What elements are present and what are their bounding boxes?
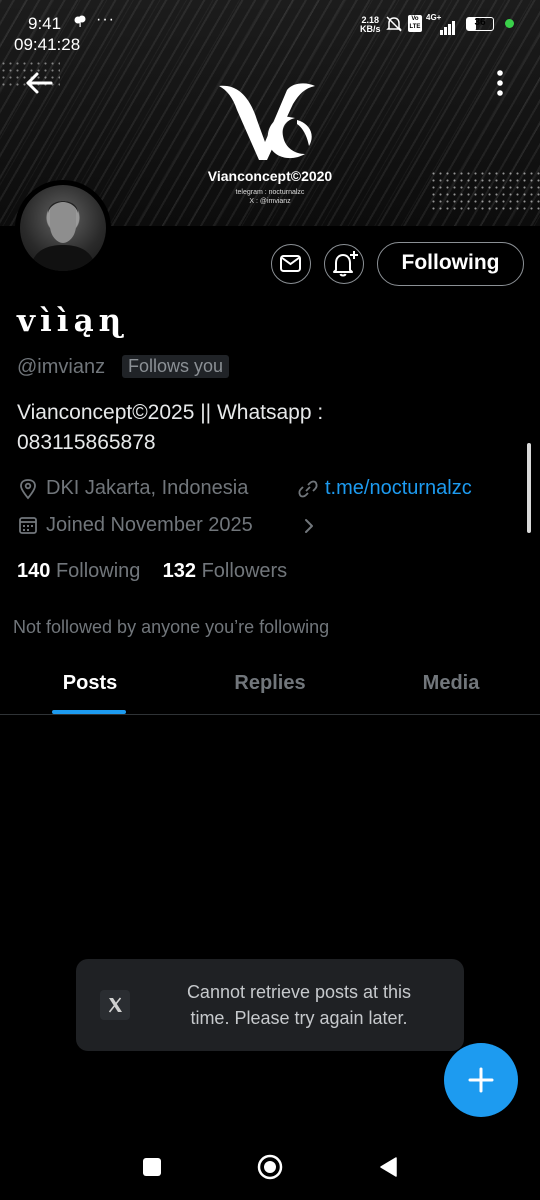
home-button[interactable] [257,1154,283,1180]
mute-icon [386,16,402,32]
bio-line: Vianconcept©2025 || Whatsapp : [17,401,324,424]
mutual-followers-note: Not followed by anyone you’re following [13,617,330,637]
following-count: 140 [17,560,51,582]
location-icon [20,479,36,500]
followers-link[interactable]: 132 Followers [163,560,288,582]
bell-plus-icon [333,251,358,277]
battery-level: 36 [474,17,486,28]
status-bar: 9:41 ··· 09:41:28 2.18 KB/s Vo LTE 4G+ 3… [0,0,540,56]
recent-apps-button[interactable] [143,1158,161,1176]
toast-line: Cannot retrieve posts at this [186,982,412,1002]
follow-counts: 140 Following 132 Followers [17,560,287,583]
joined-date: Joined November 2025 [46,514,253,536]
bio-line: 083115865878 [17,431,156,454]
calendar-icon [19,517,37,534]
chevron-right-icon[interactable] [302,516,316,536]
tab-replies[interactable]: Replies [180,672,360,695]
user-handle: @imvianz [17,356,106,378]
more-options-icon[interactable] [488,68,512,98]
volte-icon: Vo LTE [408,15,422,32]
tab-media[interactable]: Media [361,672,540,695]
signal-icon [440,18,456,35]
message-button[interactable] [271,244,311,284]
status-time: 9:41 [28,14,62,33]
scrollbar[interactable] [527,443,531,533]
battery-icon: 36 [466,17,494,31]
notification-more-icon: ··· [96,11,115,28]
followers-count: 132 [162,560,197,582]
tab-posts[interactable]: Posts [0,672,180,695]
privacy-indicator [505,19,514,28]
tab-divider [0,714,540,715]
followers-label: Followers [201,560,288,582]
follows-you-badge: Follows you [122,355,230,378]
toast-line: time. Please try again later. [190,1008,408,1028]
avatar[interactable] [15,180,111,276]
network-speed: 2.18 KB/s [360,16,381,34]
avatar-photo [20,185,106,271]
following-button[interactable]: Following [377,242,524,286]
profile-bio: Vianconcept©2025 || Whatsapp : 083115865… [17,398,517,458]
display-name: vììąɳ [17,303,127,339]
nav-back-button[interactable] [378,1156,398,1178]
back-arrow-icon[interactable] [22,66,56,100]
banner-brand-title: Vianconcept©2020 [207,168,333,184]
plus-icon [468,1067,494,1093]
x-logo-icon [100,990,130,1020]
profile-website-link[interactable]: t.me/nocturnalzc [325,477,472,500]
error-toast: Cannot retrieve posts at this time. Plea… [76,959,464,1051]
profile-location: DKI Jakarta, Indonesia [46,477,249,499]
following-link[interactable]: 140 Following [17,560,140,582]
toast-message: Cannot retrieve posts at this time. Plea… [154,979,444,1031]
compose-button[interactable] [444,1043,518,1117]
notifications-button[interactable] [324,244,364,284]
following-label: Following [55,560,141,582]
link-icon [298,480,318,498]
mail-icon [280,255,301,272]
floating-clock: 09:41:28 [14,35,81,54]
weather-icon [74,15,86,27]
network-speed-unit: KB/s [360,24,381,34]
brand-logo [219,83,315,160]
